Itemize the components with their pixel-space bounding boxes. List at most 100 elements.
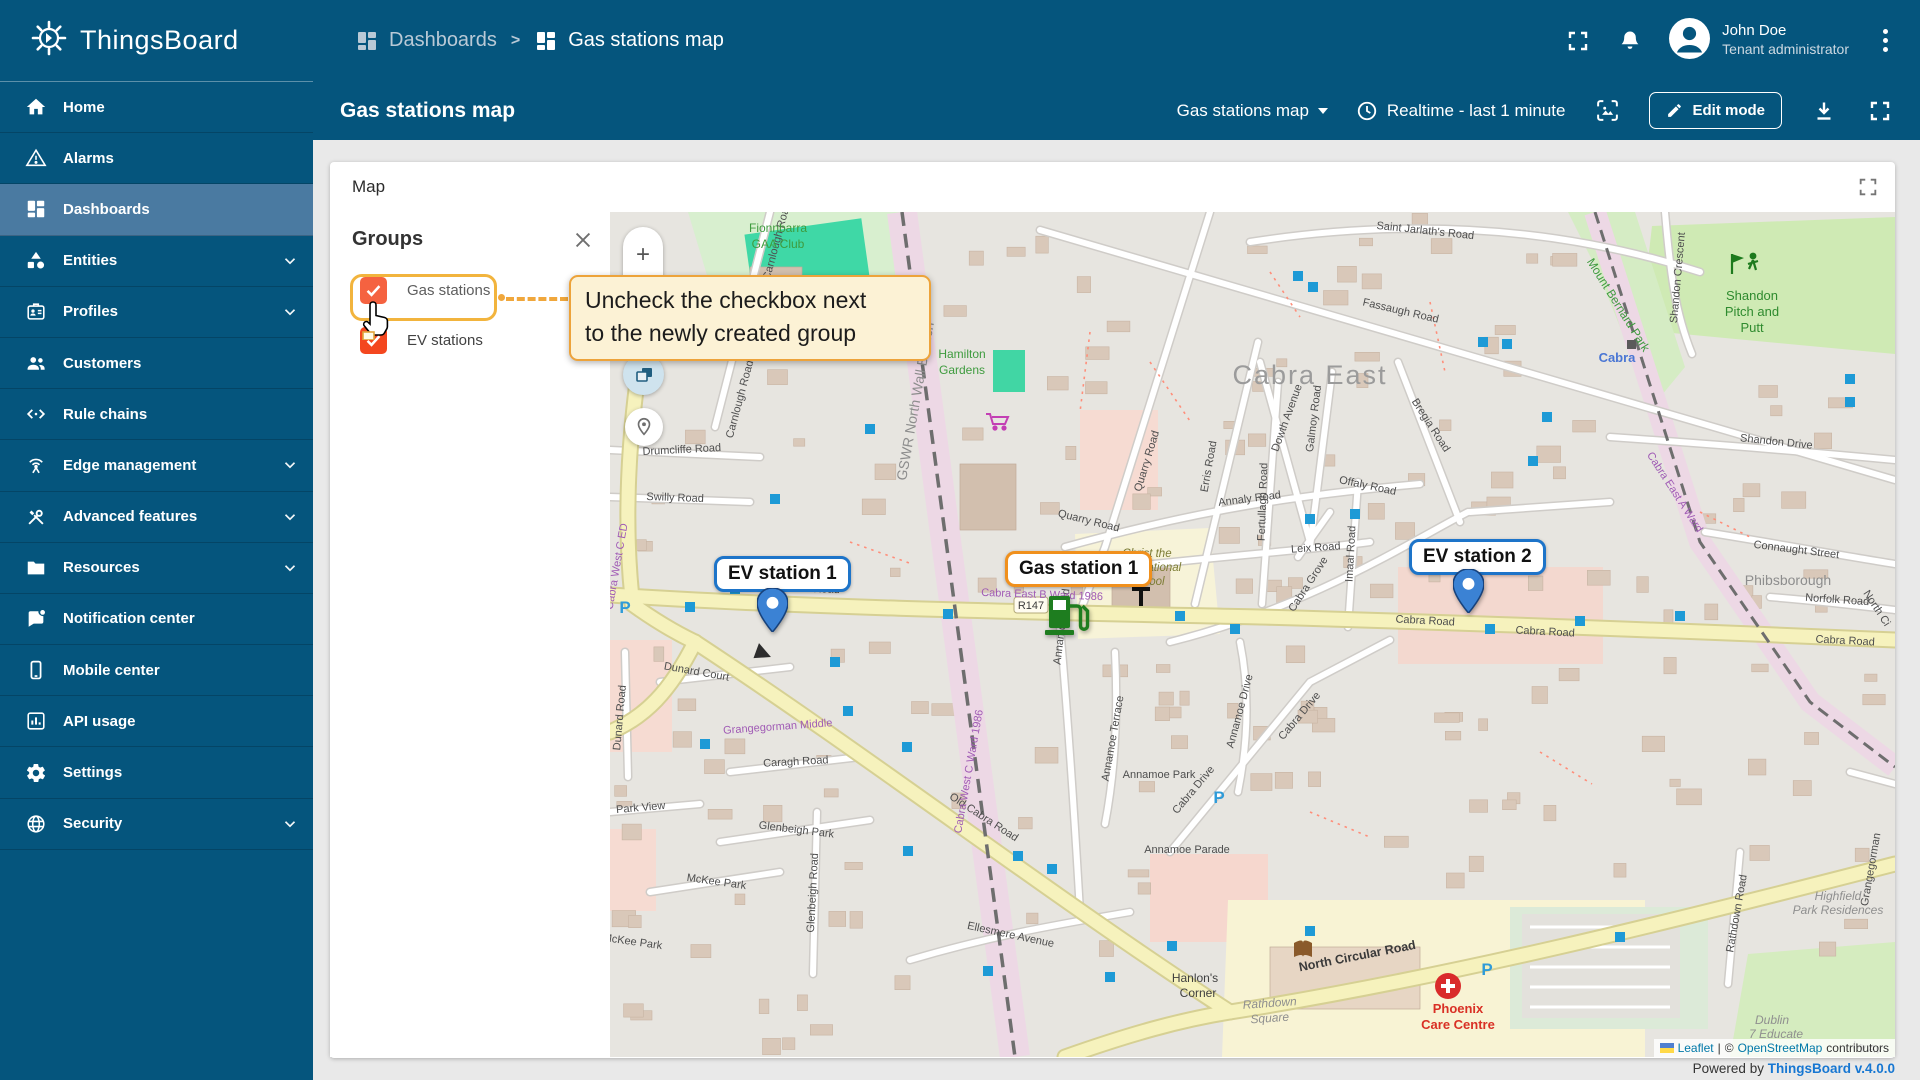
map-tiles: R147 Saint Jarlath's RoadFassaugh RoadAn… — [610, 212, 1895, 1057]
groups-panel: Groups Gas stations EV stations — [330, 212, 610, 1057]
map-label: Hamilton — [938, 347, 985, 361]
map-locate-button[interactable] — [625, 408, 663, 446]
sidebar-item-label: Rule chains — [63, 405, 148, 423]
close-icon[interactable] — [572, 229, 594, 251]
leaflet-link[interactable]: Leaflet — [1678, 1041, 1714, 1055]
security-icon — [24, 812, 47, 835]
sidebar-item-label: Customers — [63, 354, 142, 372]
chevron-down-icon — [1317, 107, 1328, 114]
zoom-in-button[interactable]: + — [623, 227, 663, 283]
sidebar-item-customers[interactable]: Customers — [0, 338, 313, 390]
download-icon[interactable] — [1810, 97, 1838, 125]
sidebar-item-label: Entities — [63, 252, 118, 270]
edit-mode-button[interactable]: Edit mode — [1649, 92, 1782, 129]
map-label: Phoenix — [1433, 1001, 1484, 1016]
zoom-out-button[interactable]: − — [623, 283, 663, 339]
settings-icon — [24, 761, 47, 784]
sidebar-item-rule-chains[interactable]: Rule chains — [0, 389, 313, 441]
sidebar-item-label: Home — [63, 98, 105, 116]
sidebar-item-label: Mobile center — [63, 661, 160, 679]
sidebar-item-label: Resources — [63, 559, 140, 577]
breadcrumb-current[interactable]: Gas stations map — [534, 29, 724, 53]
map-attribution: Leaflet | © OpenStreetMap contributors — [1653, 1039, 1895, 1057]
map-label: Dublin — [1755, 1013, 1789, 1027]
fullscreen-icon[interactable] — [1565, 28, 1591, 54]
location-pin-icon — [637, 417, 651, 436]
map-node-marker — [902, 742, 912, 752]
kebab-menu-icon[interactable] — [1875, 25, 1896, 56]
thingsboard-version-link[interactable]: ThingsBoard v.4.0.0 — [1768, 1061, 1895, 1076]
chevron-down-icon — [281, 815, 299, 833]
sidebar-item-home[interactable]: Home — [0, 82, 313, 134]
advanced-icon — [24, 505, 47, 528]
map-label: Swilly Road — [646, 491, 704, 505]
thingsboard-logo[interactable]: ThingsBoard — [0, 17, 313, 64]
breadcrumb-dashboards[interactable]: Dashboards — [355, 29, 497, 53]
notifications-bell-icon[interactable] — [1617, 28, 1643, 54]
ukraine-flag-icon — [1659, 1043, 1674, 1053]
group-row-gas-stations[interactable]: Gas stations — [360, 265, 610, 315]
sidebar-item-dashboards[interactable]: Dashboards — [0, 184, 313, 236]
dashboard-state-select[interactable]: Gas stations map — [1177, 101, 1328, 121]
station-label-gas-station-1[interactable]: Gas station 1 — [1005, 551, 1153, 587]
group-row-ev-stations[interactable]: EV stations — [360, 315, 610, 365]
user-menu[interactable]: John Doe Tenant administrator — [1669, 17, 1849, 64]
sidebar-item-label: Advanced features — [63, 508, 198, 526]
map-label: P — [619, 598, 630, 617]
fullscreen-dashboard-icon[interactable] — [1866, 97, 1894, 125]
map-label: GAA Club — [752, 237, 805, 251]
map-label: Cabra — [1599, 350, 1637, 365]
map-node-marker — [1528, 456, 1538, 466]
map-label: Cabra East — [1232, 360, 1387, 390]
screenshot-icon[interactable] — [1593, 97, 1621, 125]
dashboards-icon — [24, 198, 47, 221]
sidebar-item-notification-center[interactable]: Notification center — [0, 594, 313, 646]
map-node-marker — [1615, 932, 1625, 942]
sidebar-item-api-usage[interactable]: API usage — [0, 696, 313, 748]
map-node-marker — [1305, 514, 1315, 524]
map-node-marker — [1305, 926, 1315, 936]
map-node-marker — [865, 424, 875, 434]
map-label: Highfield — [1815, 889, 1862, 903]
avatar — [1669, 17, 1711, 64]
map-label: Fionnbarra — [749, 221, 807, 235]
widget-title: Map — [352, 177, 386, 196]
group-label: EV stations — [407, 331, 483, 349]
map-label: Corner — [1180, 986, 1217, 1000]
layers-icon — [635, 367, 652, 382]
sidebar-item-settings[interactable]: Settings — [0, 747, 313, 799]
timewindow-button[interactable]: Realtime - last 1 minute — [1356, 100, 1565, 122]
user-role: Tenant administrator — [1722, 41, 1849, 58]
chevron-down-icon — [281, 508, 299, 526]
gas-pump-marker[interactable] — [1044, 589, 1090, 644]
station-label-ev-station-1[interactable]: EV station 1 — [714, 556, 851, 592]
osm-link[interactable]: OpenStreetMap — [1738, 1041, 1823, 1055]
sidebar-item-security[interactable]: Security — [0, 799, 313, 850]
sidebar-item-alarms[interactable]: Alarms — [0, 133, 313, 185]
map-node-marker — [1478, 337, 1488, 347]
map-node-marker — [1542, 412, 1552, 422]
group-checkbox[interactable] — [360, 326, 387, 354]
sidebar-item-edge-management[interactable]: Edge management — [0, 440, 313, 492]
sidebar-item-mobile-center[interactable]: Mobile center — [0, 645, 313, 697]
sidebar-item-advanced-features[interactable]: Advanced features — [0, 492, 313, 543]
ev-station-pin[interactable] — [756, 587, 789, 637]
sidebar-item-label: Settings — [63, 764, 123, 782]
map-label: Putt — [1740, 320, 1764, 335]
sidebar-item-resources[interactable]: Resources — [0, 543, 313, 594]
ev-station-pin[interactable] — [1452, 568, 1485, 618]
map-node-marker — [1293, 271, 1303, 281]
map-node-marker — [830, 657, 840, 667]
map-label: Hanlon's — [1172, 971, 1218, 985]
map-label: Shandon — [1726, 288, 1778, 303]
group-checkbox[interactable] — [360, 276, 387, 304]
sidebar-item-entities[interactable]: Entities — [0, 236, 313, 287]
map-layers-button[interactable] — [623, 354, 664, 395]
map[interactable]: R147 Saint Jarlath's Road Fassaugh Road An… — [610, 212, 1895, 1057]
widget-fullscreen-icon[interactable] — [1857, 176, 1879, 198]
powered-by: Powered by ThingsBoard v.4.0.0 — [1692, 1061, 1895, 1076]
sidebar-item-profiles[interactable]: Profiles — [0, 287, 313, 338]
mobile-icon — [24, 659, 47, 682]
profiles-icon — [24, 300, 47, 323]
rulechains-icon — [24, 403, 47, 426]
